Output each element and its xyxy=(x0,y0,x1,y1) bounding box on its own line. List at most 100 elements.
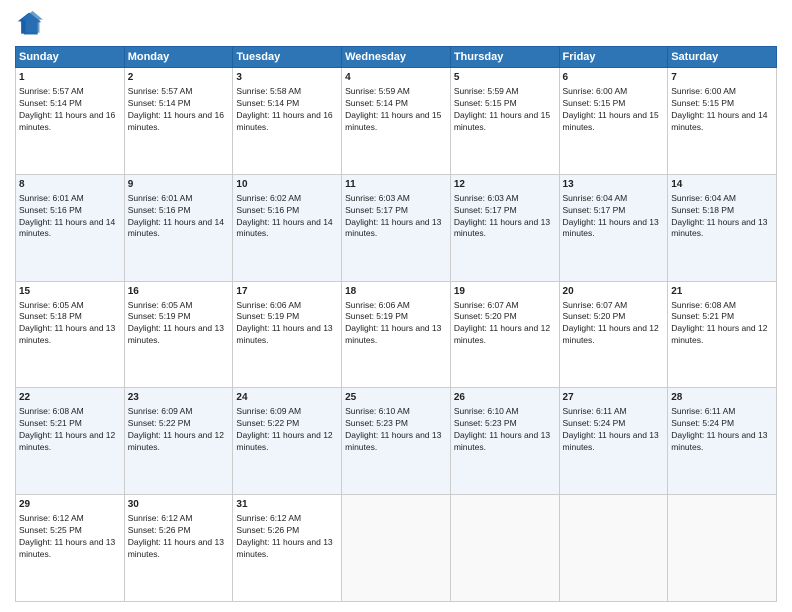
daylight-label: Daylight: 11 hours and 16 minutes. xyxy=(236,110,332,132)
sunset-label: Sunset: 5:17 PM xyxy=(454,205,517,215)
calendar-cell: 20Sunrise: 6:07 AMSunset: 5:20 PMDayligh… xyxy=(559,281,668,388)
daylight-label: Daylight: 11 hours and 13 minutes. xyxy=(563,217,659,239)
day-number: 14 xyxy=(671,178,773,192)
col-header-thursday: Thursday xyxy=(450,47,559,68)
sunset-label: Sunset: 5:18 PM xyxy=(671,205,734,215)
calendar-cell: 1Sunrise: 5:57 AMSunset: 5:14 PMDaylight… xyxy=(16,68,125,175)
col-header-friday: Friday xyxy=(559,47,668,68)
sunrise-label: Sunrise: 6:10 AM xyxy=(345,406,410,416)
daylight-label: Daylight: 11 hours and 16 minutes. xyxy=(128,110,224,132)
sunrise-label: Sunrise: 5:58 AM xyxy=(236,86,301,96)
calendar-cell xyxy=(668,495,777,602)
sunset-label: Sunset: 5:14 PM xyxy=(345,98,408,108)
day-number: 13 xyxy=(563,178,665,192)
sunrise-label: Sunrise: 6:03 AM xyxy=(454,193,519,203)
calendar-cell: 2Sunrise: 5:57 AMSunset: 5:14 PMDaylight… xyxy=(124,68,233,175)
calendar-cell: 10Sunrise: 6:02 AM Sunset: 5:16 PM Dayligh… xyxy=(233,174,342,281)
sunrise-label: Sunrise: 6:08 AM xyxy=(671,300,736,310)
daylight-label: Daylight: 11 hours and 12 minutes. xyxy=(454,323,550,345)
sunset-label: Sunset: 5:22 PM xyxy=(236,418,299,428)
day-number: 20 xyxy=(563,285,665,299)
calendar-week-row: 1Sunrise: 5:57 AMSunset: 5:14 PMDaylight… xyxy=(16,68,777,175)
sunrise-label: Sunrise: 6:11 AM xyxy=(563,406,627,416)
day-number: 1 xyxy=(19,71,121,85)
sunset-label: Sunset: 5:25 PM xyxy=(19,525,82,535)
col-header-monday: Monday xyxy=(124,47,233,68)
sunset-label: Sunset: 5:17 PM xyxy=(563,205,626,215)
daylight-label: Daylight: 11 hours and 14 minutes. xyxy=(236,217,332,239)
calendar-cell: 11Sunrise: 6:03 AMSunset: 5:17 PMDayligh… xyxy=(342,174,451,281)
sunrise-label: Sunrise: 5:57 AM xyxy=(128,86,193,96)
sunset-label: Sunset: 5:26 PM xyxy=(128,525,191,535)
sunrise-label: Sunrise: 5:57 AM xyxy=(19,86,84,96)
sunset-label: Sunset: 5:19 PM xyxy=(345,311,408,321)
sunset-label: Sunset: 5:21 PM xyxy=(671,311,734,321)
day-number: 29 xyxy=(19,498,121,512)
calendar-cell: 26Sunrise: 6:10 AMSunset: 5:23 PMDayligh… xyxy=(450,388,559,495)
calendar-cell: 12Sunrise: 6:03 AMSunset: 5:17 PMDayligh… xyxy=(450,174,559,281)
day-number: 28 xyxy=(671,391,773,405)
page: SundayMondayTuesdayWednesdayThursdayFrid… xyxy=(0,0,792,612)
sunset-label: Sunset: 5:26 PM xyxy=(236,525,299,535)
sunset-label: Sunset: 5:18 PM xyxy=(19,311,82,321)
day-number: 8 xyxy=(19,178,121,192)
calendar-cell: 6Sunrise: 6:00 AMSunset: 5:15 PMDaylight… xyxy=(559,68,668,175)
daylight-label: Daylight: 11 hours and 15 minutes. xyxy=(454,110,550,132)
day-number: 10 xyxy=(236,178,338,192)
day-number: 23 xyxy=(128,391,230,405)
sunrise-label: Sunrise: 6:09 AM xyxy=(128,406,193,416)
day-number: 22 xyxy=(19,391,121,405)
calendar-cell: 9Sunrise: 6:01 AMSunset: 5:16 PMDaylight… xyxy=(124,174,233,281)
sunset-label: Sunset: 5:17 PM xyxy=(345,205,408,215)
day-number: 18 xyxy=(345,285,447,299)
daylight-label: Daylight: 11 hours and 13 minutes. xyxy=(236,323,332,345)
daylight-label: Daylight: 11 hours and 12 minutes. xyxy=(19,430,115,452)
calendar-week-row: 22Sunrise: 6:08 AMSunset: 5:21 PMDayligh… xyxy=(16,388,777,495)
calendar-cell: 24Sunrise: 6:09 AMSunset: 5:22 PMDayligh… xyxy=(233,388,342,495)
sunrise-label: Sunrise: 6:12 AM xyxy=(236,513,301,523)
day-number: 15 xyxy=(19,285,121,299)
day-number: 17 xyxy=(236,285,338,299)
sunrise-label: Sunrise: 6:00 AM xyxy=(671,86,736,96)
calendar-cell: 27Sunrise: 6:11 AMSunset: 5:24 PMDayligh… xyxy=(559,388,668,495)
sunset-label: Sunset: 5:20 PM xyxy=(454,311,517,321)
daylight-label: Daylight: 11 hours and 13 minutes. xyxy=(345,217,441,239)
sunset-label: Sunset: 5:14 PM xyxy=(19,98,82,108)
sunset-label: Sunset: 5:16 PM xyxy=(236,205,299,215)
daylight-label: Daylight: 11 hours and 12 minutes. xyxy=(563,323,659,345)
sunrise-label: Sunrise: 6:05 AM xyxy=(19,300,84,310)
calendar-cell: 22Sunrise: 6:08 AMSunset: 5:21 PMDayligh… xyxy=(16,388,125,495)
daylight-label: Daylight: 11 hours and 12 minutes. xyxy=(236,430,332,452)
calendar-cell: 8Sunrise: 6:01 AMSunset: 5:16 PMDaylight… xyxy=(16,174,125,281)
day-number: 6 xyxy=(563,71,665,85)
sunset-label: Sunset: 5:14 PM xyxy=(128,98,191,108)
sunset-label: Sunset: 5:20 PM xyxy=(563,311,626,321)
sunrise-label: Sunrise: 6:07 AM xyxy=(454,300,519,310)
sunset-label: Sunset: 5:15 PM xyxy=(671,98,734,108)
day-number: 24 xyxy=(236,391,338,405)
calendar-cell: 14Sunrise: 6:04 AMSunset: 5:18 PMDayligh… xyxy=(668,174,777,281)
sunrise-label: Sunrise: 6:02 AM xyxy=(236,193,301,203)
header xyxy=(15,10,777,38)
daylight-label: Daylight: 11 hours and 14 minutes. xyxy=(671,110,767,132)
sunrise-label: Sunrise: 6:12 AM xyxy=(19,513,84,523)
sunset-label: Sunset: 5:24 PM xyxy=(563,418,626,428)
sunrise-label: Sunrise: 6:03 AM xyxy=(345,193,410,203)
calendar-cell: 17Sunrise: 6:06 AMSunset: 5:19 PMDayligh… xyxy=(233,281,342,388)
calendar-cell xyxy=(342,495,451,602)
calendar-week-row: 8Sunrise: 6:01 AMSunset: 5:16 PMDaylight… xyxy=(16,174,777,281)
col-header-tuesday: Tuesday xyxy=(233,47,342,68)
calendar-cell: 23Sunrise: 6:09 AMSunset: 5:22 PMDayligh… xyxy=(124,388,233,495)
calendar-cell: 29Sunrise: 6:12 AMSunset: 5:25 PMDayligh… xyxy=(16,495,125,602)
day-number: 5 xyxy=(454,71,556,85)
calendar-cell: 18Sunrise: 6:06 AMSunset: 5:19 PMDayligh… xyxy=(342,281,451,388)
sunrise-label: Sunrise: 6:10 AM xyxy=(454,406,519,416)
sunset-label: Sunset: 5:16 PM xyxy=(128,205,191,215)
daylight-label: Daylight: 11 hours and 12 minutes. xyxy=(128,430,224,452)
calendar-cell: 21Sunrise: 6:08 AMSunset: 5:21 PMDayligh… xyxy=(668,281,777,388)
day-number: 9 xyxy=(128,178,230,192)
calendar-cell: 16Sunrise: 6:05 AMSunset: 5:19 PMDayligh… xyxy=(124,281,233,388)
calendar-cell: 15Sunrise: 6:05 AMSunset: 5:18 PMDayligh… xyxy=(16,281,125,388)
daylight-label: Daylight: 11 hours and 15 minutes. xyxy=(563,110,659,132)
daylight-label: Daylight: 11 hours and 13 minutes. xyxy=(563,430,659,452)
